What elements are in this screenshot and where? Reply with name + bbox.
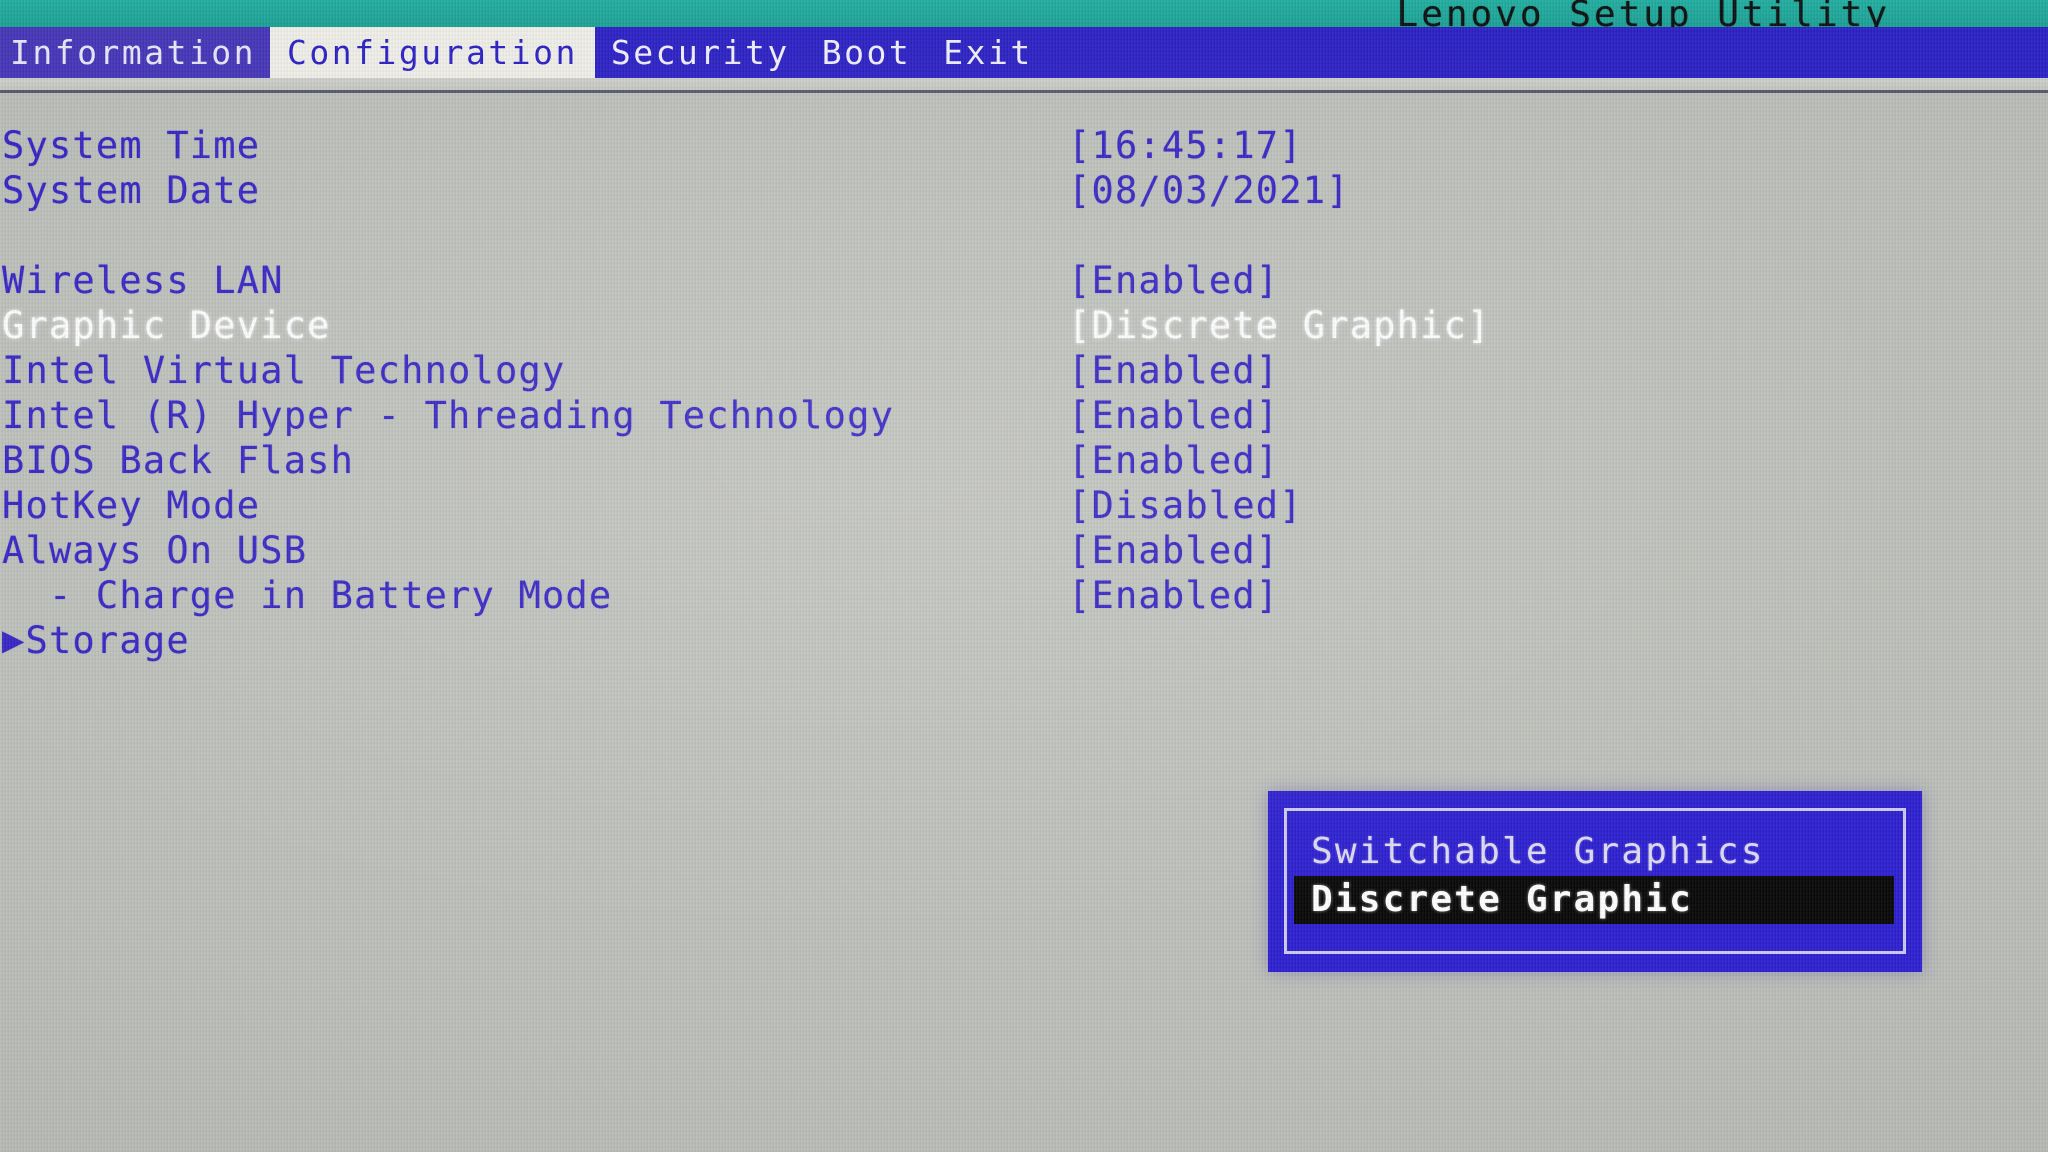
- storage-submenu-label: ▶Storage: [2, 618, 190, 663]
- setting-label: - Charge in Battery Mode: [2, 574, 613, 617]
- tab-exit[interactable]: Exit: [927, 27, 1048, 78]
- setting-row-intel-virtual-technology[interactable]: Intel Virtual Technology [Enabled]: [0, 348, 2048, 393]
- tab-security[interactable]: Security: [595, 27, 806, 78]
- popup-option-discrete-graphic[interactable]: Discrete Graphic: [1294, 876, 1894, 924]
- menu-bar-remaining-tabs: Security Boot Exit: [595, 27, 1049, 78]
- setting-label: BIOS Back Flash: [2, 439, 355, 482]
- setting-value[interactable]: [Enabled]: [1068, 393, 1279, 438]
- tab-boot[interactable]: Boot: [806, 27, 927, 78]
- setting-label: HotKey Mode: [2, 484, 261, 527]
- popup-inner-border: Switchable Graphics Discrete Graphic: [1284, 808, 1906, 954]
- tab-information[interactable]: Information: [0, 27, 271, 78]
- setting-value[interactable]: [16:45:17]: [1068, 123, 1303, 168]
- setting-label: Intel Virtual Technology: [2, 349, 566, 392]
- setting-row-hotkey-mode[interactable]: HotKey Mode [Disabled]: [0, 483, 2048, 528]
- setting-label: System Time: [2, 124, 261, 167]
- submenu-text: Storage: [25, 619, 190, 662]
- setting-row-bios-back-flash[interactable]: BIOS Back Flash [Enabled]: [0, 438, 2048, 483]
- header-divider: [0, 90, 2048, 93]
- setting-row-wireless-lan[interactable]: Wireless LAN [Enabled]: [0, 258, 2048, 303]
- setting-value[interactable]: [Enabled]: [1068, 348, 1279, 393]
- setting-value[interactable]: [08/03/2021]: [1068, 168, 1350, 213]
- setting-row-storage-submenu[interactable]: ▶Storage: [0, 618, 2048, 663]
- setting-value[interactable]: [Enabled]: [1068, 258, 1279, 303]
- setting-label: Wireless LAN: [2, 259, 284, 302]
- tab-configuration[interactable]: Configuration: [270, 27, 595, 78]
- setting-row-hyper-threading-technology[interactable]: Intel (R) Hyper - Threading Technology […: [0, 393, 2048, 438]
- setting-label: System Date: [2, 169, 261, 212]
- setting-label: Intel (R) Hyper - Threading Technology: [2, 394, 895, 437]
- setting-row-system-date[interactable]: System Date [08/03/2021]: [0, 168, 2048, 213]
- setting-value[interactable]: [Enabled]: [1068, 438, 1279, 483]
- setting-label: Always On USB: [2, 529, 308, 572]
- graphic-device-option-popup[interactable]: Switchable Graphics Discrete Graphic: [1268, 791, 1922, 972]
- setting-row-charge-in-battery-mode[interactable]: - Charge in Battery Mode [Enabled]: [0, 573, 2048, 618]
- setting-row-always-on-usb[interactable]: Always On USB [Enabled]: [0, 528, 2048, 573]
- popup-option-switchable-graphics[interactable]: Switchable Graphics: [1287, 828, 1903, 876]
- bios-screen: Lenovo Setup Utility Information Configu…: [0, 0, 2048, 1152]
- setting-value[interactable]: [Enabled]: [1068, 528, 1279, 573]
- setting-label: Graphic Device: [2, 304, 331, 347]
- menu-bar: Information Configuration Security Boot …: [0, 27, 2048, 78]
- setting-value[interactable]: [Enabled]: [1068, 573, 1279, 618]
- setting-value[interactable]: [Disabled]: [1068, 483, 1303, 528]
- setting-value[interactable]: [Discrete Graphic]: [1068, 303, 1491, 348]
- settings-list: System Time [16:45:17] System Date [08/0…: [0, 95, 2048, 1152]
- title-band: Lenovo Setup Utility: [0, 0, 2048, 35]
- setting-row-system-time[interactable]: System Time [16:45:17]: [0, 123, 2048, 168]
- popup-option-list: Switchable Graphics Discrete Graphic: [1287, 828, 1903, 924]
- setting-row-graphic-device[interactable]: Graphic Device [Discrete Graphic]: [0, 303, 2048, 348]
- submenu-arrow-icon: ▶: [2, 618, 26, 661]
